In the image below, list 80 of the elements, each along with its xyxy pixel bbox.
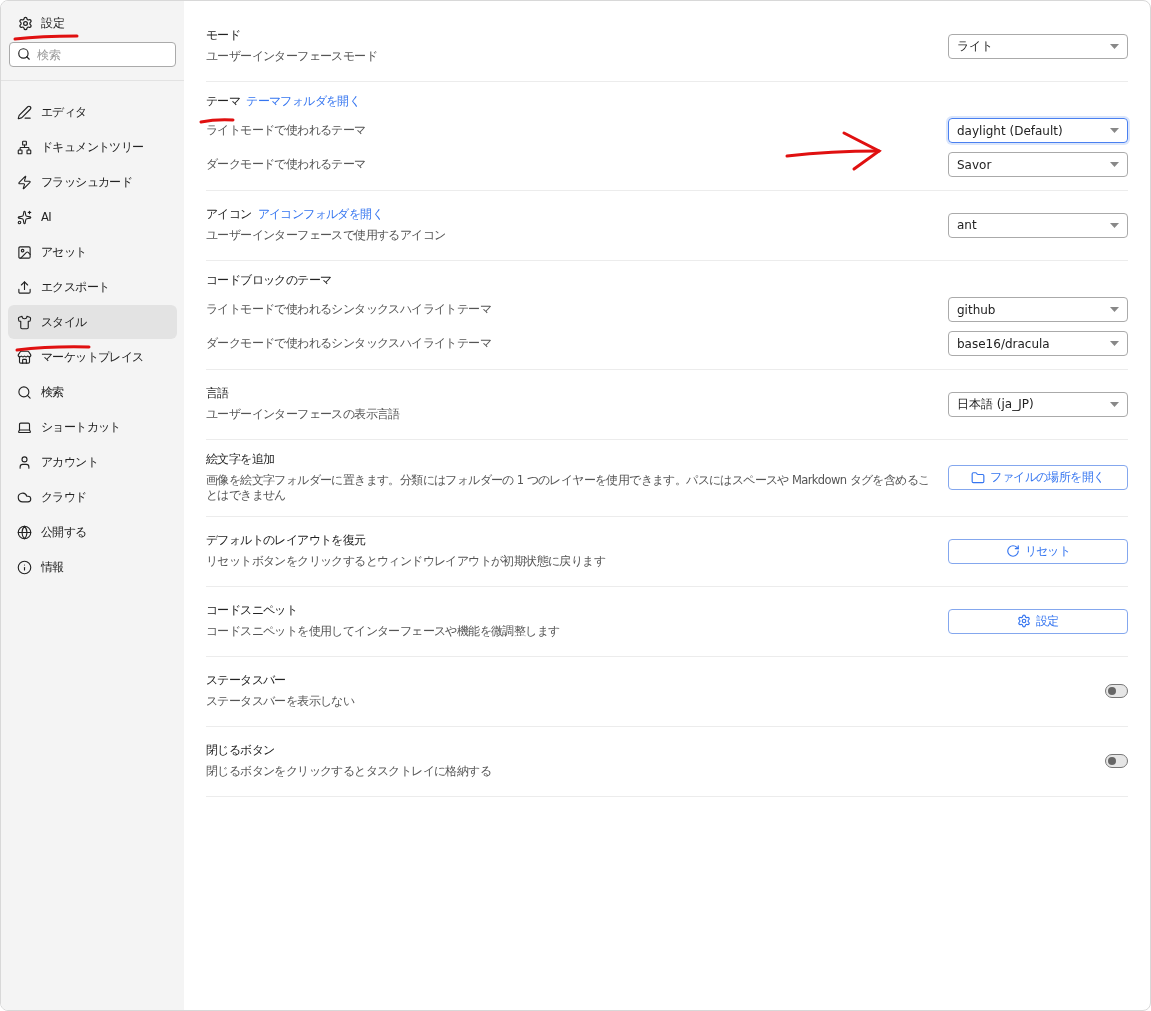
shirt-icon [17, 314, 32, 330]
setting-title: テーマ [206, 94, 241, 109]
setting-title: コードブロックのテーマ [206, 273, 332, 288]
toggle-switch[interactable] [1105, 754, 1128, 768]
dropdown[interactable]: github [948, 297, 1128, 322]
toggle-switch[interactable] [1105, 684, 1128, 698]
sidebar-item[interactable]: フラッシュカード [8, 165, 177, 199]
tree-icon [17, 139, 32, 155]
sidebar-item[interactable]: AI [8, 200, 177, 234]
setting-label: ライトモードで使われるテーマ [206, 123, 366, 138]
rotate-icon [1005, 544, 1020, 558]
setting-label: ダークモードで使われるテーマ [206, 157, 366, 172]
setting-description: ユーザーインターフェースモード [206, 49, 378, 64]
caret-icon [1110, 341, 1119, 346]
setting-description: リセットボタンをクリックするとウィンドウレイアウトが初期状態に戻ります [206, 554, 606, 569]
setting-title: コードスニペット [206, 603, 298, 618]
store-icon [17, 349, 32, 365]
setting-description: ユーザーインターフェースの表示言語 [206, 407, 401, 422]
search-field[interactable]: 検索 [9, 42, 176, 67]
dropdown[interactable]: ant [948, 212, 1128, 238]
setting-description: ステータスバーを表示しない [206, 694, 356, 709]
annotation-underline [13, 34, 79, 41]
dropdown[interactable]: base16/dracula [948, 331, 1128, 356]
dropdown[interactable]: daylight (Default) [948, 118, 1128, 143]
sidebar-item[interactable]: アカウント [8, 445, 177, 479]
setting-description: 閉じるボタンをクリックするとタスクトレイに格納する [206, 764, 492, 779]
caret-icon [1110, 222, 1119, 228]
setting-title: モード [206, 28, 241, 43]
cloud-icon [17, 489, 32, 505]
setting-title: 言語 [206, 386, 229, 401]
sidebar-item[interactable]: クラウド [8, 480, 177, 514]
dropdown[interactable]: ライト [948, 33, 1128, 59]
sidebar-item[interactable]: マーケットプレイス [8, 340, 177, 374]
setting-label: ライトモードで使われるシンタックスハイライトテーマ [206, 302, 491, 317]
sidebar-item[interactable]: エクスポート [8, 270, 177, 304]
setting-title: デフォルトのレイアウトを復元 [206, 533, 366, 548]
setting-description: 画像を絵文字フォルダーに置きます。分類にはフォルダーの 1 つのレイヤーを使用できます。パスにはスペースや Markdown タグを含めることはできません [206, 473, 931, 503]
folder-link[interactable]: アイコンフォルダを開く [257, 207, 383, 222]
setting-title: アイコン [206, 207, 252, 222]
caret-icon [1110, 401, 1119, 407]
folder-icon [971, 470, 986, 485]
pencil-icon [17, 104, 32, 120]
search-icon [17, 47, 31, 61]
setting-description: コードスニペットを使用してインターフェースや機能を微調整します [206, 624, 561, 639]
image-icon [17, 244, 32, 260]
dropdown[interactable]: Savor [948, 152, 1128, 177]
sidebar-item[interactable]: 公開する [8, 515, 177, 549]
sidebar-item[interactable]: 情報 [8, 550, 177, 584]
caret-icon [1110, 43, 1119, 49]
action-button[interactable]: 設定 [948, 608, 1128, 634]
setting-description: ユーザーインターフェースで使用するアイコン [206, 228, 447, 243]
search-icon [17, 384, 32, 400]
setting-title: 閉じるボタン [206, 743, 275, 758]
sidebar-item[interactable]: アセット [8, 235, 177, 269]
sidebar-item[interactable]: 検索 [8, 375, 177, 409]
sidebar-item[interactable]: ショートカット [8, 410, 177, 444]
globe-icon [17, 524, 32, 540]
setting-title: 絵文字を追加 [206, 452, 275, 467]
laptop-icon [17, 419, 32, 435]
action-button[interactable]: ファイルの場所を開く [948, 465, 1128, 490]
settings-icon [1017, 614, 1032, 628]
setting-label: ダークモードで使われるシンタックスハイライトテーマ [206, 336, 491, 351]
sidebar-item[interactable]: エディタ [8, 95, 177, 129]
sidebar-title: 設定 [41, 14, 65, 32]
folder-link[interactable]: テーマフォルダを開く [246, 94, 361, 109]
caret-icon [1110, 307, 1119, 312]
sparkle-icon [17, 209, 32, 225]
info-icon [17, 559, 32, 575]
sidebar-item[interactable]: スタイル [8, 305, 177, 339]
user-icon [17, 454, 32, 470]
sidebar-item[interactable]: ドキュメントツリー [8, 130, 177, 164]
caret-icon [1110, 128, 1119, 133]
annotation-underline [199, 118, 235, 124]
setting-title: ステータスバー [206, 673, 286, 688]
dropdown[interactable]: 日本語 (ja_JP) [948, 391, 1128, 417]
settings-icon [18, 15, 33, 31]
caret-icon [1110, 162, 1119, 167]
lightning-icon [17, 174, 32, 190]
action-button[interactable]: リセット [948, 538, 1128, 564]
upload-icon [17, 279, 32, 295]
